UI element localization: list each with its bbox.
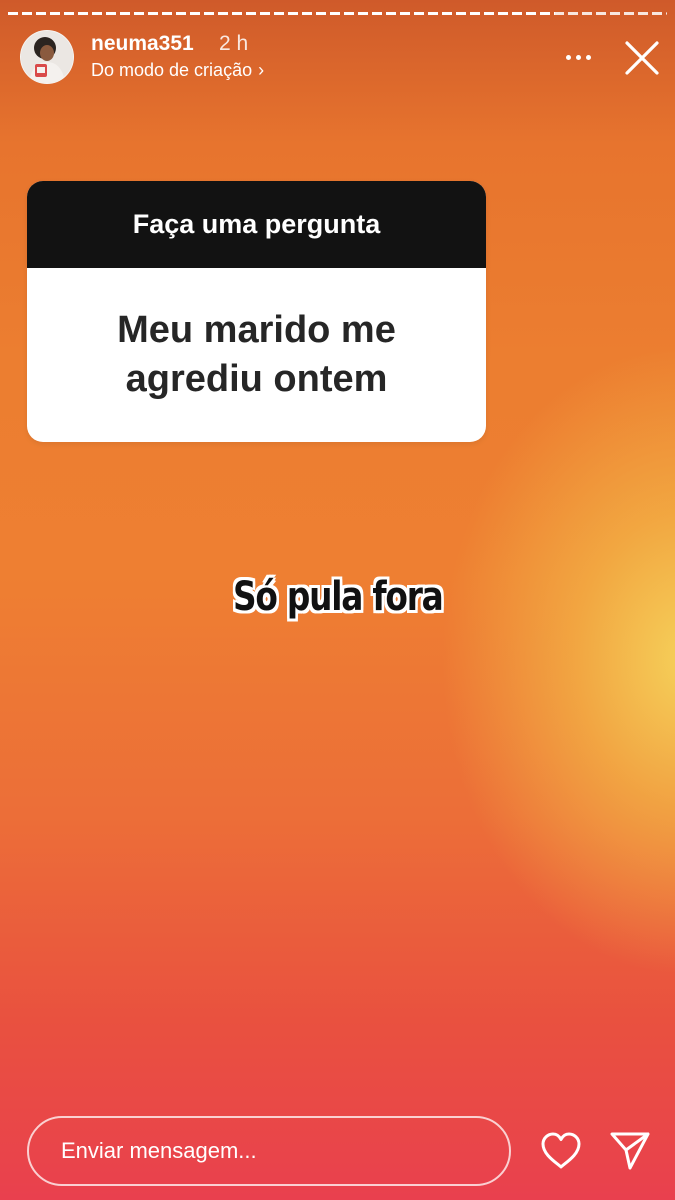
story-progress-fill — [8, 12, 555, 15]
story-progress-bar — [8, 12, 667, 15]
heart-icon — [541, 1132, 581, 1169]
post-time: 2 h — [219, 32, 249, 55]
creation-mode-link[interactable]: Do modo de criação › — [91, 60, 264, 81]
like-button[interactable] — [539, 1131, 583, 1171]
question-sticker-text: Meu marido me agrediu ontem — [117, 308, 396, 400]
send-message-input[interactable] — [27, 1116, 511, 1186]
close-icon — [625, 41, 659, 75]
question-sticker-header: Faça uma pergunta — [27, 181, 486, 268]
subtitle-text: Do modo de criação — [91, 60, 253, 80]
caption-text: Só pula fora — [232, 574, 444, 620]
chevron-right-icon: › — [258, 60, 265, 80]
more-options-button[interactable] — [558, 45, 598, 69]
avatar-photo-icon — [21, 31, 73, 83]
more-horizontal-icon — [565, 54, 571, 60]
more-dot — [575, 54, 581, 60]
close-button[interactable] — [622, 38, 662, 78]
question-sticker[interactable]: Faça uma pergunta Meu marido me agrediu … — [27, 181, 486, 442]
more-dot — [585, 54, 591, 60]
avatar[interactable] — [20, 30, 74, 84]
username[interactable]: neuma351 — [91, 32, 194, 56]
paper-plane-icon — [610, 1132, 650, 1170]
send-button[interactable] — [608, 1130, 652, 1172]
story-caption: Só pula fora — [0, 574, 675, 620]
